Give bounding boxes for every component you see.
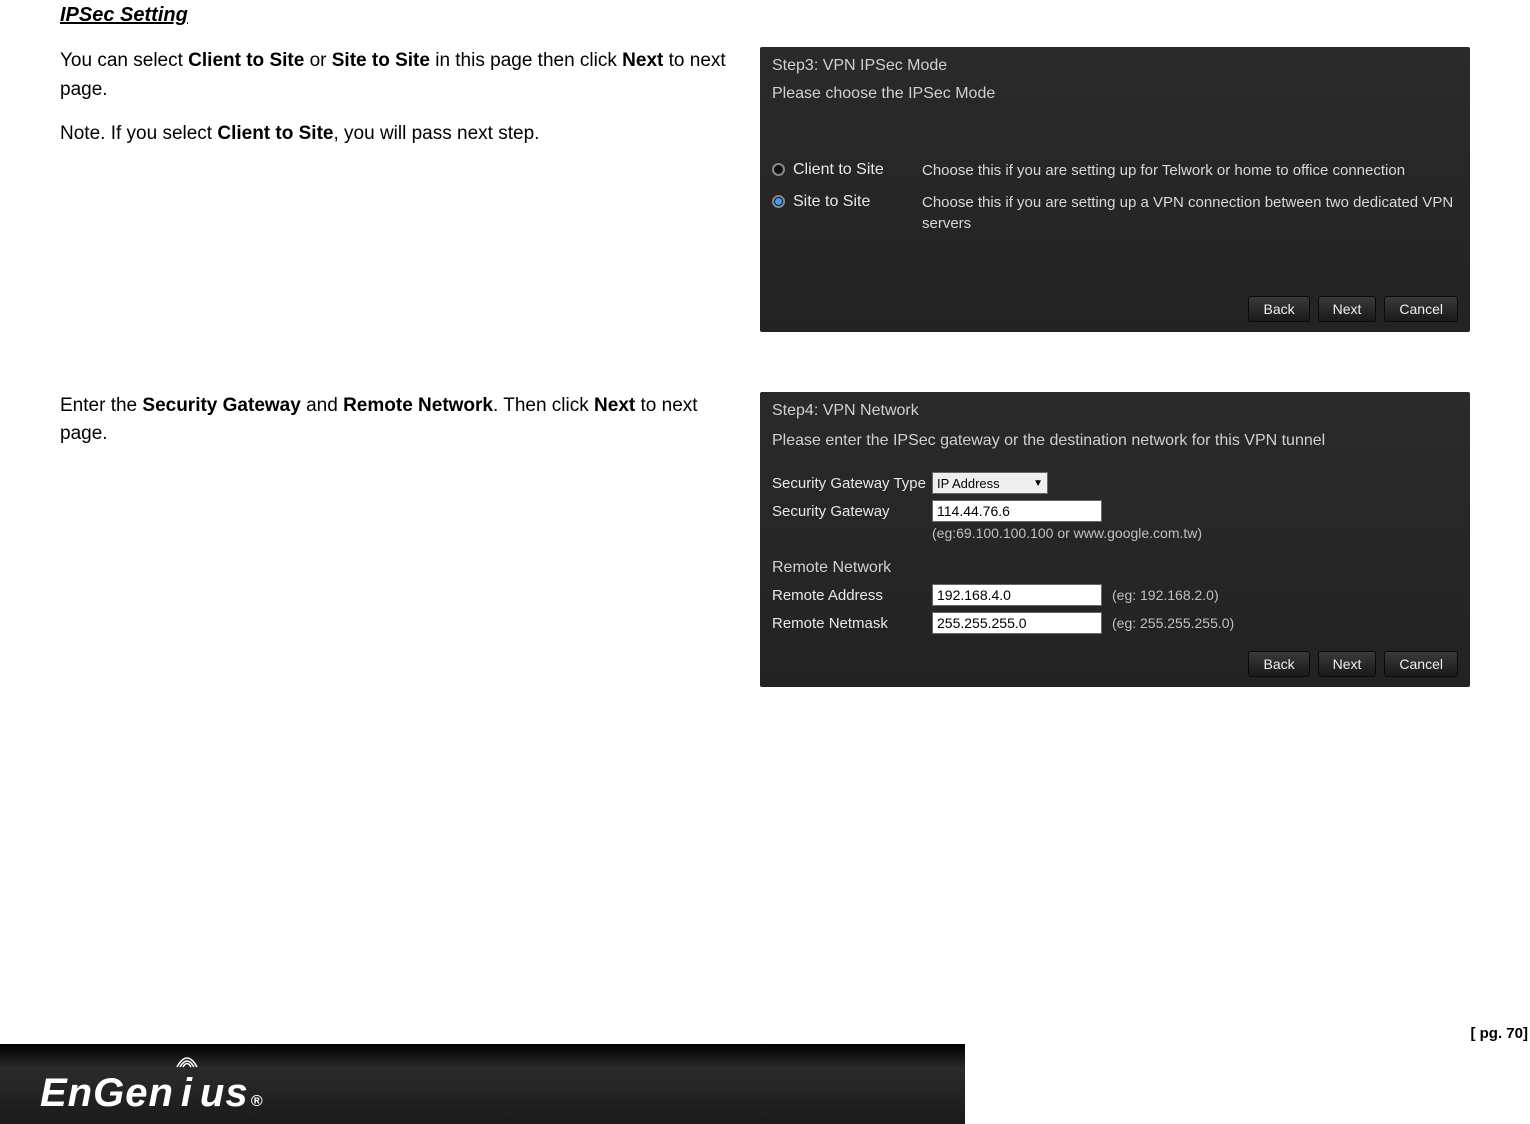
radio-selected-icon [772,195,785,208]
back-button[interactable]: Back [1248,296,1309,322]
p2-b2: Remote Network [343,395,493,416]
paragraph-2: Enter the Security Gateway and Remote Ne… [60,392,730,449]
cancel-button[interactable]: Cancel [1384,296,1458,322]
p2-b3: Next [594,395,635,416]
note-t2: , you will pass next step. [333,123,539,144]
cancel-button[interactable]: Cancel [1384,651,1458,677]
step4-subtitle: Please enter the IPSec gateway or the de… [760,426,1470,470]
radio-client-desc: Choose this if you are setting up for Te… [922,161,1458,181]
gw-hint: (eg:69.100.100.100 or www.google.com.tw) [932,525,1470,549]
note-b1: Client to Site [217,123,333,144]
p1-bold3: Next [622,50,663,71]
note-t1: Note. If you select [60,123,217,144]
gw-label: Security Gateway [772,503,932,520]
mask-hint: (eg: 255.255.255.0) [1112,615,1234,631]
p1-text: You can select [60,50,188,71]
addr-label: Remote Address [772,587,932,604]
registered-icon: ® [251,1093,264,1111]
radio-client-to-site[interactable]: Client to Site [772,161,922,181]
step4-panel: Step4: VPN Network Please enter the IPSe… [760,392,1470,688]
paragraph-1: You can select Client to Site or Site to… [60,47,730,104]
p1-text2: or [304,50,331,71]
next-button[interactable]: Next [1318,651,1377,677]
gw-type-select[interactable]: IP Address ▼ [932,472,1048,494]
remote-network-heading: Remote Network [760,549,1470,581]
radio-site-to-site[interactable]: Site to Site [772,193,922,234]
addr-hint: (eg: 192.168.2.0) [1112,587,1219,603]
footer-bar: EnGeni us® [0,1044,965,1124]
mask-input[interactable] [932,612,1102,634]
gw-type-value: IP Address [937,476,1000,491]
mask-label: Remote Netmask [772,615,932,632]
gw-input[interactable] [932,500,1102,522]
radio-client-label: Client to Site [793,161,884,179]
p2-t3: . Then click [493,395,594,416]
engenius-logo: EnGeni us® [40,1071,263,1116]
next-button[interactable]: Next [1318,296,1377,322]
gw-type-label: Security Gateway Type [772,475,932,492]
page-footer: [ pg. 70] EnGeni us® [0,1018,1530,1124]
p1-bold1: Client to Site [188,50,304,71]
step4-title: Step4: VPN Network [760,392,1470,426]
chevron-down-icon: ▼ [1033,478,1043,489]
step3-title: Step3: VPN IPSec Mode [760,47,1470,81]
note-paragraph: Note. If you select Client to Site, you … [60,120,730,149]
p1-text3: in this page then click [430,50,622,71]
p2-b1: Security Gateway [142,395,300,416]
wifi-icon [176,1055,198,1069]
p2-t2: and [301,395,343,416]
step3-subtitle: Please choose the IPSec Mode [760,81,1470,121]
addr-input[interactable] [932,584,1102,606]
step3-panel: Step3: VPN IPSec Mode Please choose the … [760,47,1470,332]
radio-site-desc: Choose this if you are setting up a VPN … [922,193,1458,234]
radio-unselected-icon [772,163,785,176]
section-heading: IPSec Setting [60,0,1470,27]
p1-bold2: Site to Site [332,50,430,71]
p2-t1: Enter the [60,395,142,416]
back-button[interactable]: Back [1248,651,1309,677]
radio-site-label: Site to Site [793,193,870,211]
page-number: [ pg. 70] [1470,1025,1528,1042]
